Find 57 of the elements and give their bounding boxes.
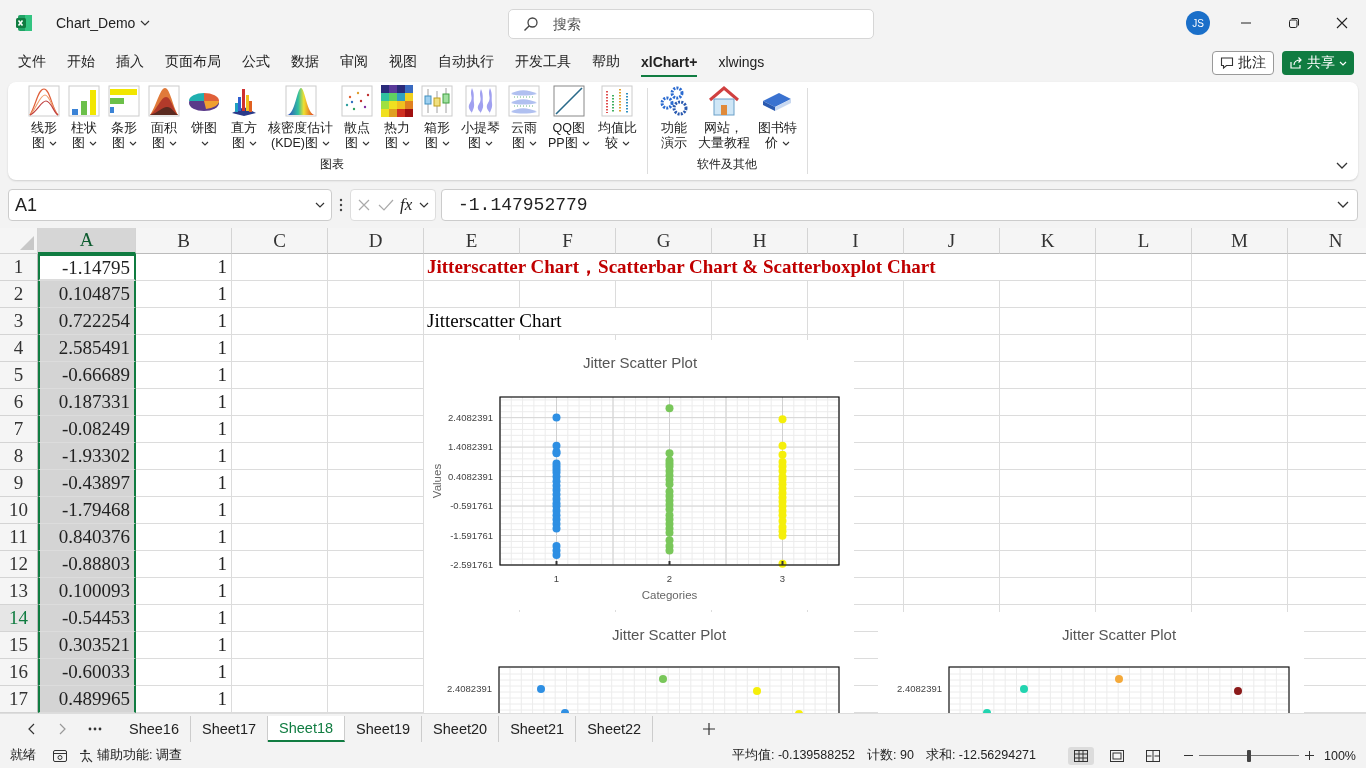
section-heading: Jitterscatter Chart <box>424 308 616 335</box>
table-cell: 0.100093 <box>38 578 136 605</box>
table-cell: 1 <box>136 632 232 659</box>
table-cell: -1.79468 <box>38 497 136 524</box>
table-cell: 0.303521 <box>38 632 136 659</box>
table-cell: 1 <box>136 416 232 443</box>
table-cell: -0.43897 <box>38 470 136 497</box>
axis-tick-label: -2.591761 <box>450 559 493 570</box>
table-cell: 1 <box>136 605 232 632</box>
table-cell: 1 <box>136 659 232 686</box>
table-cell: 1 <box>136 551 232 578</box>
table-cell: -1.14795 <box>38 254 136 281</box>
table-cell: 1 <box>136 254 232 281</box>
table-cell: 0.489965 <box>38 686 136 713</box>
table-cell: -0.88803 <box>38 551 136 578</box>
chart-title: Jitter Scatter Plot <box>1061 626 1177 643</box>
axis-tick-label: 1.4082391 <box>448 441 493 453</box>
table-cell: 0.104875 <box>38 281 136 308</box>
table-cell: -0.60033 <box>38 659 136 686</box>
table-cell: 1 <box>136 281 232 308</box>
table-cell: 1 <box>136 578 232 605</box>
axis-tick-label: 0.4082391 <box>448 470 493 482</box>
status-stat: 平均值: -0.139588252 <box>731 747 856 764</box>
axis-tick-label: 2.4082391 <box>447 683 492 694</box>
axis-tick-label: 2.4082391 <box>897 683 942 694</box>
table-cell: 1 <box>136 389 232 416</box>
table-cell: 0.840376 <box>38 524 136 551</box>
axis-title: Values <box>431 463 443 499</box>
axis-tick-label: 2 <box>666 573 673 584</box>
sheet-title: Jitterscatter Chart，Scatterbar Chart & Scatterboxplot Chart <box>424 254 1000 281</box>
table-cell: 1 <box>136 335 232 362</box>
table-cell: 1 <box>136 362 232 389</box>
status-text: 就绪 <box>10 747 36 764</box>
table-cell: -1.93302 <box>38 443 136 470</box>
table-cell: 1 <box>136 470 232 497</box>
table-cell: 2.585491 <box>38 335 136 362</box>
axis-tick-label: 1 <box>553 573 560 584</box>
table-cell: 1 <box>136 524 232 551</box>
axis-tick-label: 2.4082391 <box>448 411 493 423</box>
table-cell: 1 <box>136 443 232 470</box>
axis-tick-label: 3 <box>779 573 786 584</box>
table-cell: 1 <box>136 308 232 335</box>
table-cell: -0.66689 <box>38 362 136 389</box>
table-cell: -0.08249 <box>38 416 136 443</box>
axis-tick-label: -1.591761 <box>450 529 493 541</box>
chart-title: Jitter Scatter Plot <box>611 626 727 643</box>
ribbon-group-label: 图表 <box>320 156 345 173</box>
status-stat: 计数: 90 <box>867 747 914 764</box>
table-cell: 0.187331 <box>38 389 136 416</box>
chart-title: Jitter Scatter Plot <box>582 354 698 371</box>
axis-title: Categories <box>641 589 698 601</box>
ribbon-group-label: 软件及其他 <box>697 156 758 173</box>
status-stat: 求和: -12.56294271 <box>925 747 1036 764</box>
table-cell: 1 <box>136 497 232 524</box>
table-cell: 0.722254 <box>38 308 136 335</box>
table-cell: -0.54453 <box>38 605 136 632</box>
axis-tick-label: -0.591761 <box>450 500 493 512</box>
